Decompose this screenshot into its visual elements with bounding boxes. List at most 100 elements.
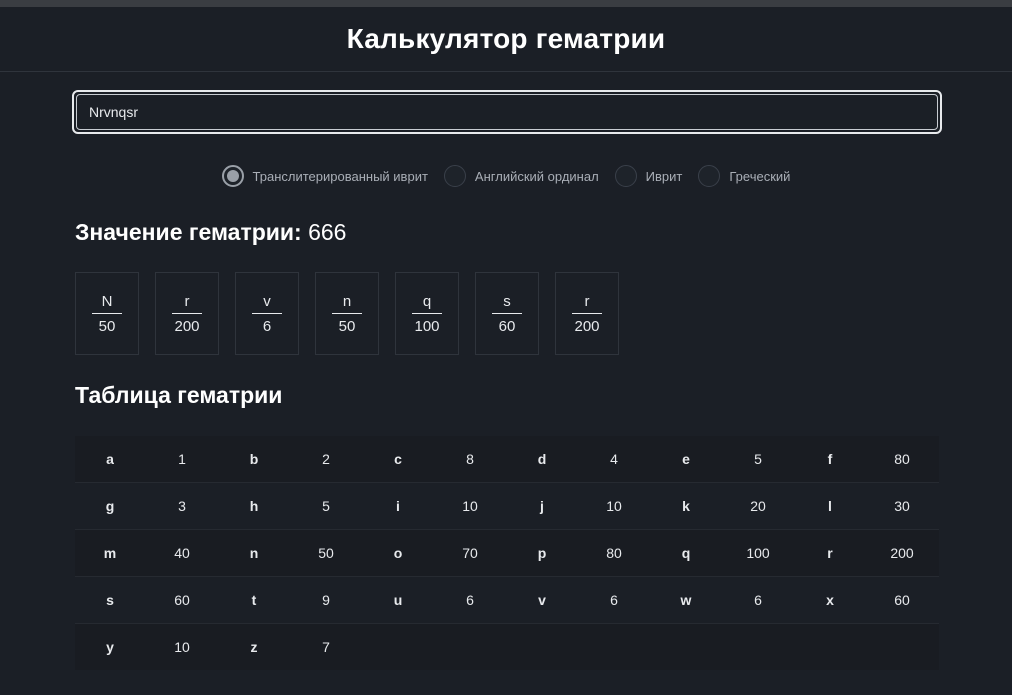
- text-input[interactable]: [76, 94, 938, 130]
- table-letter-cell: c: [363, 436, 433, 483]
- table-row: a 1 b 2 c 8 d 4 e 5 f 80: [75, 436, 939, 483]
- radio-label: Английский ординал: [474, 168, 599, 184]
- gematria-value: 666: [308, 219, 347, 245]
- table-letter-cell: j: [540, 498, 544, 514]
- table-value-cell: 80: [865, 436, 939, 483]
- letter-card: r 200: [555, 272, 619, 355]
- table-letter-cell: a: [75, 436, 145, 483]
- letter-char: v: [252, 293, 282, 314]
- text-input-wrapper: [72, 90, 942, 134]
- radio-label: Иврит: [645, 168, 683, 184]
- table-value-cell: 60: [174, 592, 190, 608]
- table-empty-cell: [577, 623, 651, 670]
- table-value-cell: 6: [610, 592, 618, 608]
- radio-label: Транслитерированный иврит: [252, 168, 428, 184]
- table-value-cell: 6: [466, 592, 474, 608]
- letter-value: 100: [414, 317, 440, 335]
- table-letter-cell: p: [507, 529, 577, 577]
- table-value-cell: 10: [606, 498, 622, 514]
- table-value-cell: 8: [433, 436, 507, 483]
- letter-value: 6: [262, 317, 272, 335]
- table-value-cell: 60: [894, 592, 910, 608]
- letter-breakdown: N 50 r 200 v 6 n 50 q 100 s 60 r 200: [75, 272, 619, 355]
- radio-label: Греческий: [729, 168, 791, 184]
- table-row: y 10 z 7: [75, 623, 939, 670]
- header: Калькулятор гематрии: [0, 7, 1012, 72]
- gematria-value-heading: Значение гематрии: 666: [75, 219, 346, 246]
- letter-char: r: [572, 293, 602, 314]
- radio-circle[interactable]: [698, 165, 721, 187]
- radio-greek[interactable]: Греческий: [698, 165, 790, 187]
- table-letter-cell: f: [795, 436, 865, 483]
- table-letter-cell: z: [219, 623, 289, 670]
- table-letter-cell: t: [251, 592, 257, 608]
- letter-card: n 50: [315, 272, 379, 355]
- letter-char: s: [492, 293, 522, 314]
- table-value-cell: 80: [577, 529, 651, 577]
- table-empty-cell: [507, 623, 577, 670]
- table-letter-cell: x: [826, 592, 834, 608]
- table-row: g 3 h 5 i 10 j 10 k 20 l 30: [75, 483, 939, 530]
- table-value-cell: 5: [721, 436, 795, 483]
- table-row: s 60 t 9 u 6 v 6 w 6 x 60: [75, 577, 939, 624]
- table-value-cell: 200: [865, 529, 939, 577]
- table-letter-cell: q: [651, 529, 721, 577]
- letter-value: 200: [574, 317, 600, 335]
- table-value-cell: 4: [577, 436, 651, 483]
- letter-card: N 50: [75, 272, 139, 355]
- letter-card: v6: [235, 272, 299, 355]
- letter-char: r: [172, 293, 202, 314]
- table-letter-cell: w: [680, 592, 692, 608]
- gematria-value-label: Значение гематрии:: [75, 219, 302, 245]
- table-value-cell: 1: [145, 436, 219, 483]
- table-letter-cell: b: [219, 436, 289, 483]
- table-value-cell: 40: [145, 529, 219, 577]
- table-letter-cell: u: [393, 592, 403, 608]
- table-letter-cell: e: [651, 436, 721, 483]
- table-empty-cell: [721, 623, 795, 670]
- letter-card: s 60: [475, 272, 539, 355]
- radio-circle[interactable]: [221, 165, 244, 187]
- table-letter-cell: h: [249, 498, 259, 514]
- gematria-table-title: Таблица гематрии: [75, 382, 283, 408]
- radio-english-ordinal[interactable]: Английский ординал: [443, 165, 599, 187]
- table-letter-cell: n: [219, 529, 289, 577]
- table-letter-cell: o: [363, 529, 433, 577]
- table-value-cell: 3: [178, 498, 186, 514]
- letter-value: 50: [338, 317, 356, 335]
- radio-hebrew[interactable]: Иврит: [614, 165, 683, 187]
- table-letter-cell: d: [507, 436, 577, 483]
- table-row: m 40 n 50 o 70 p 80 q 100 r 200: [75, 529, 939, 577]
- table-value-cell: 20: [750, 498, 766, 514]
- gematria-table-body: a 1 b 2 c 8 d 4 e 5 f 80 g 3 h 5 i 10 j 10 k 20 l 30 m 40 n 50 o 70 p 8…: [75, 436, 939, 670]
- table-value-cell: 70: [433, 529, 507, 577]
- letter-value: 60: [498, 317, 516, 335]
- gematria-table: a 1 b 2 c 8 d 4 e 5 f 80 g 3 h 5 i 10 j 10 k 20 l 30 m 40 n 50 o 70 p 8…: [75, 436, 939, 670]
- table-letter-cell: s: [106, 592, 114, 608]
- table-letter-cell: k: [682, 498, 690, 514]
- table-value-cell: 10: [462, 498, 478, 514]
- table-value-cell: 5: [322, 498, 330, 514]
- table-value-cell: 6: [754, 592, 762, 608]
- table-empty-cell: [865, 623, 939, 670]
- window-top-strip: [0, 0, 1012, 7]
- table-letter-cell: y: [75, 623, 145, 670]
- page-title: Калькулятор гематрии: [346, 23, 666, 54]
- table-value-cell: 50: [289, 529, 363, 577]
- table-empty-cell: [363, 623, 433, 670]
- radio-circle[interactable]: [443, 165, 466, 187]
- table-value-cell: 10: [145, 623, 219, 670]
- table-letter-cell: i: [396, 498, 400, 514]
- table-value-cell: 2: [289, 436, 363, 483]
- radio-circle[interactable]: [614, 165, 637, 187]
- letter-char: q: [412, 293, 442, 314]
- letter-card: q 100: [395, 272, 459, 355]
- mode-radio-group: Транслитерированный иврит Английский орд…: [0, 164, 1012, 188]
- letter-value: 200: [174, 317, 200, 335]
- table-value-cell: 9: [322, 592, 330, 608]
- radio-transliterated-hebrew[interactable]: Транслитерированный иврит: [221, 165, 428, 187]
- table-letter-cell: g: [105, 498, 115, 514]
- table-value-cell: 100: [721, 529, 795, 577]
- table-letter-cell: r: [795, 529, 865, 577]
- table-letter-cell: v: [538, 592, 546, 608]
